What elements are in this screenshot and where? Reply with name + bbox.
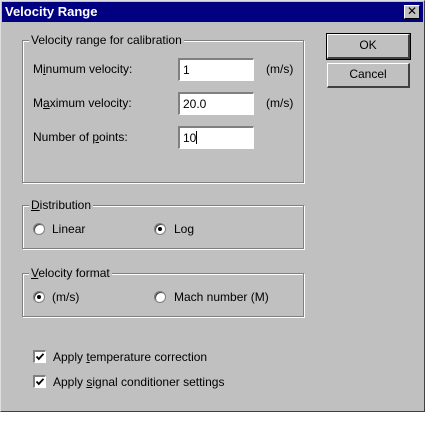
number-of-points-input[interactable]: 10 bbox=[178, 126, 254, 149]
log-radio[interactable] bbox=[154, 223, 166, 235]
cancel-button[interactable]: Cancel bbox=[327, 63, 410, 88]
text-caret bbox=[196, 131, 198, 144]
distribution-group: Distribution Linear Log bbox=[22, 198, 304, 249]
signal-conditioner-checkbox[interactable] bbox=[33, 375, 46, 388]
check-icon bbox=[35, 378, 45, 386]
radio-selected-dot bbox=[37, 295, 41, 299]
temperature-correction-checkbox[interactable] bbox=[33, 350, 46, 363]
close-icon: ✕ bbox=[406, 4, 418, 18]
calibration-group-label: Velocity range for calibration bbox=[29, 33, 184, 47]
ms-radio-label[interactable]: (m/s) bbox=[52, 290, 79, 304]
min-velocity-unit: (m/s) bbox=[266, 62, 294, 76]
velocity-format-group: Velocity format (m/s) Mach number (M) bbox=[22, 266, 304, 317]
min-velocity-label: Minumum velocity: bbox=[33, 62, 133, 76]
max-velocity-input[interactable]: 20.0 bbox=[178, 92, 254, 115]
window-title: Velocity Range bbox=[5, 4, 98, 19]
linear-radio[interactable] bbox=[33, 223, 45, 235]
signal-conditioner-label[interactable]: Apply signal conditioner settings bbox=[53, 375, 224, 389]
close-button[interactable]: ✕ bbox=[404, 5, 420, 19]
calibration-group: Velocity range for calibration Minumum v… bbox=[22, 33, 304, 183]
title-bar[interactable]: Velocity Range ✕ bbox=[2, 2, 423, 22]
mach-radio-label[interactable]: Mach number (M) bbox=[174, 290, 269, 304]
linear-radio-label[interactable]: Linear bbox=[52, 222, 85, 236]
radio-selected-dot bbox=[158, 227, 162, 231]
ok-button[interactable]: OK bbox=[326, 33, 411, 60]
mach-radio[interactable] bbox=[154, 291, 166, 303]
max-velocity-unit: (m/s) bbox=[266, 96, 294, 110]
log-radio-label[interactable]: Log bbox=[174, 222, 194, 236]
check-icon bbox=[35, 353, 45, 361]
number-of-points-label: Number of points: bbox=[33, 130, 128, 144]
ms-radio[interactable] bbox=[33, 291, 45, 303]
max-velocity-label: Maximum velocity: bbox=[33, 96, 132, 110]
distribution-group-label: Distribution bbox=[29, 198, 94, 212]
temperature-correction-label[interactable]: Apply temperature correction bbox=[53, 350, 207, 364]
velocity-range-dialog: Velocity Range ✕ Velocity range for cali… bbox=[0, 0, 425, 412]
velocity-format-group-label: Velocity format bbox=[29, 266, 112, 280]
min-velocity-input[interactable]: 1 bbox=[178, 58, 254, 81]
